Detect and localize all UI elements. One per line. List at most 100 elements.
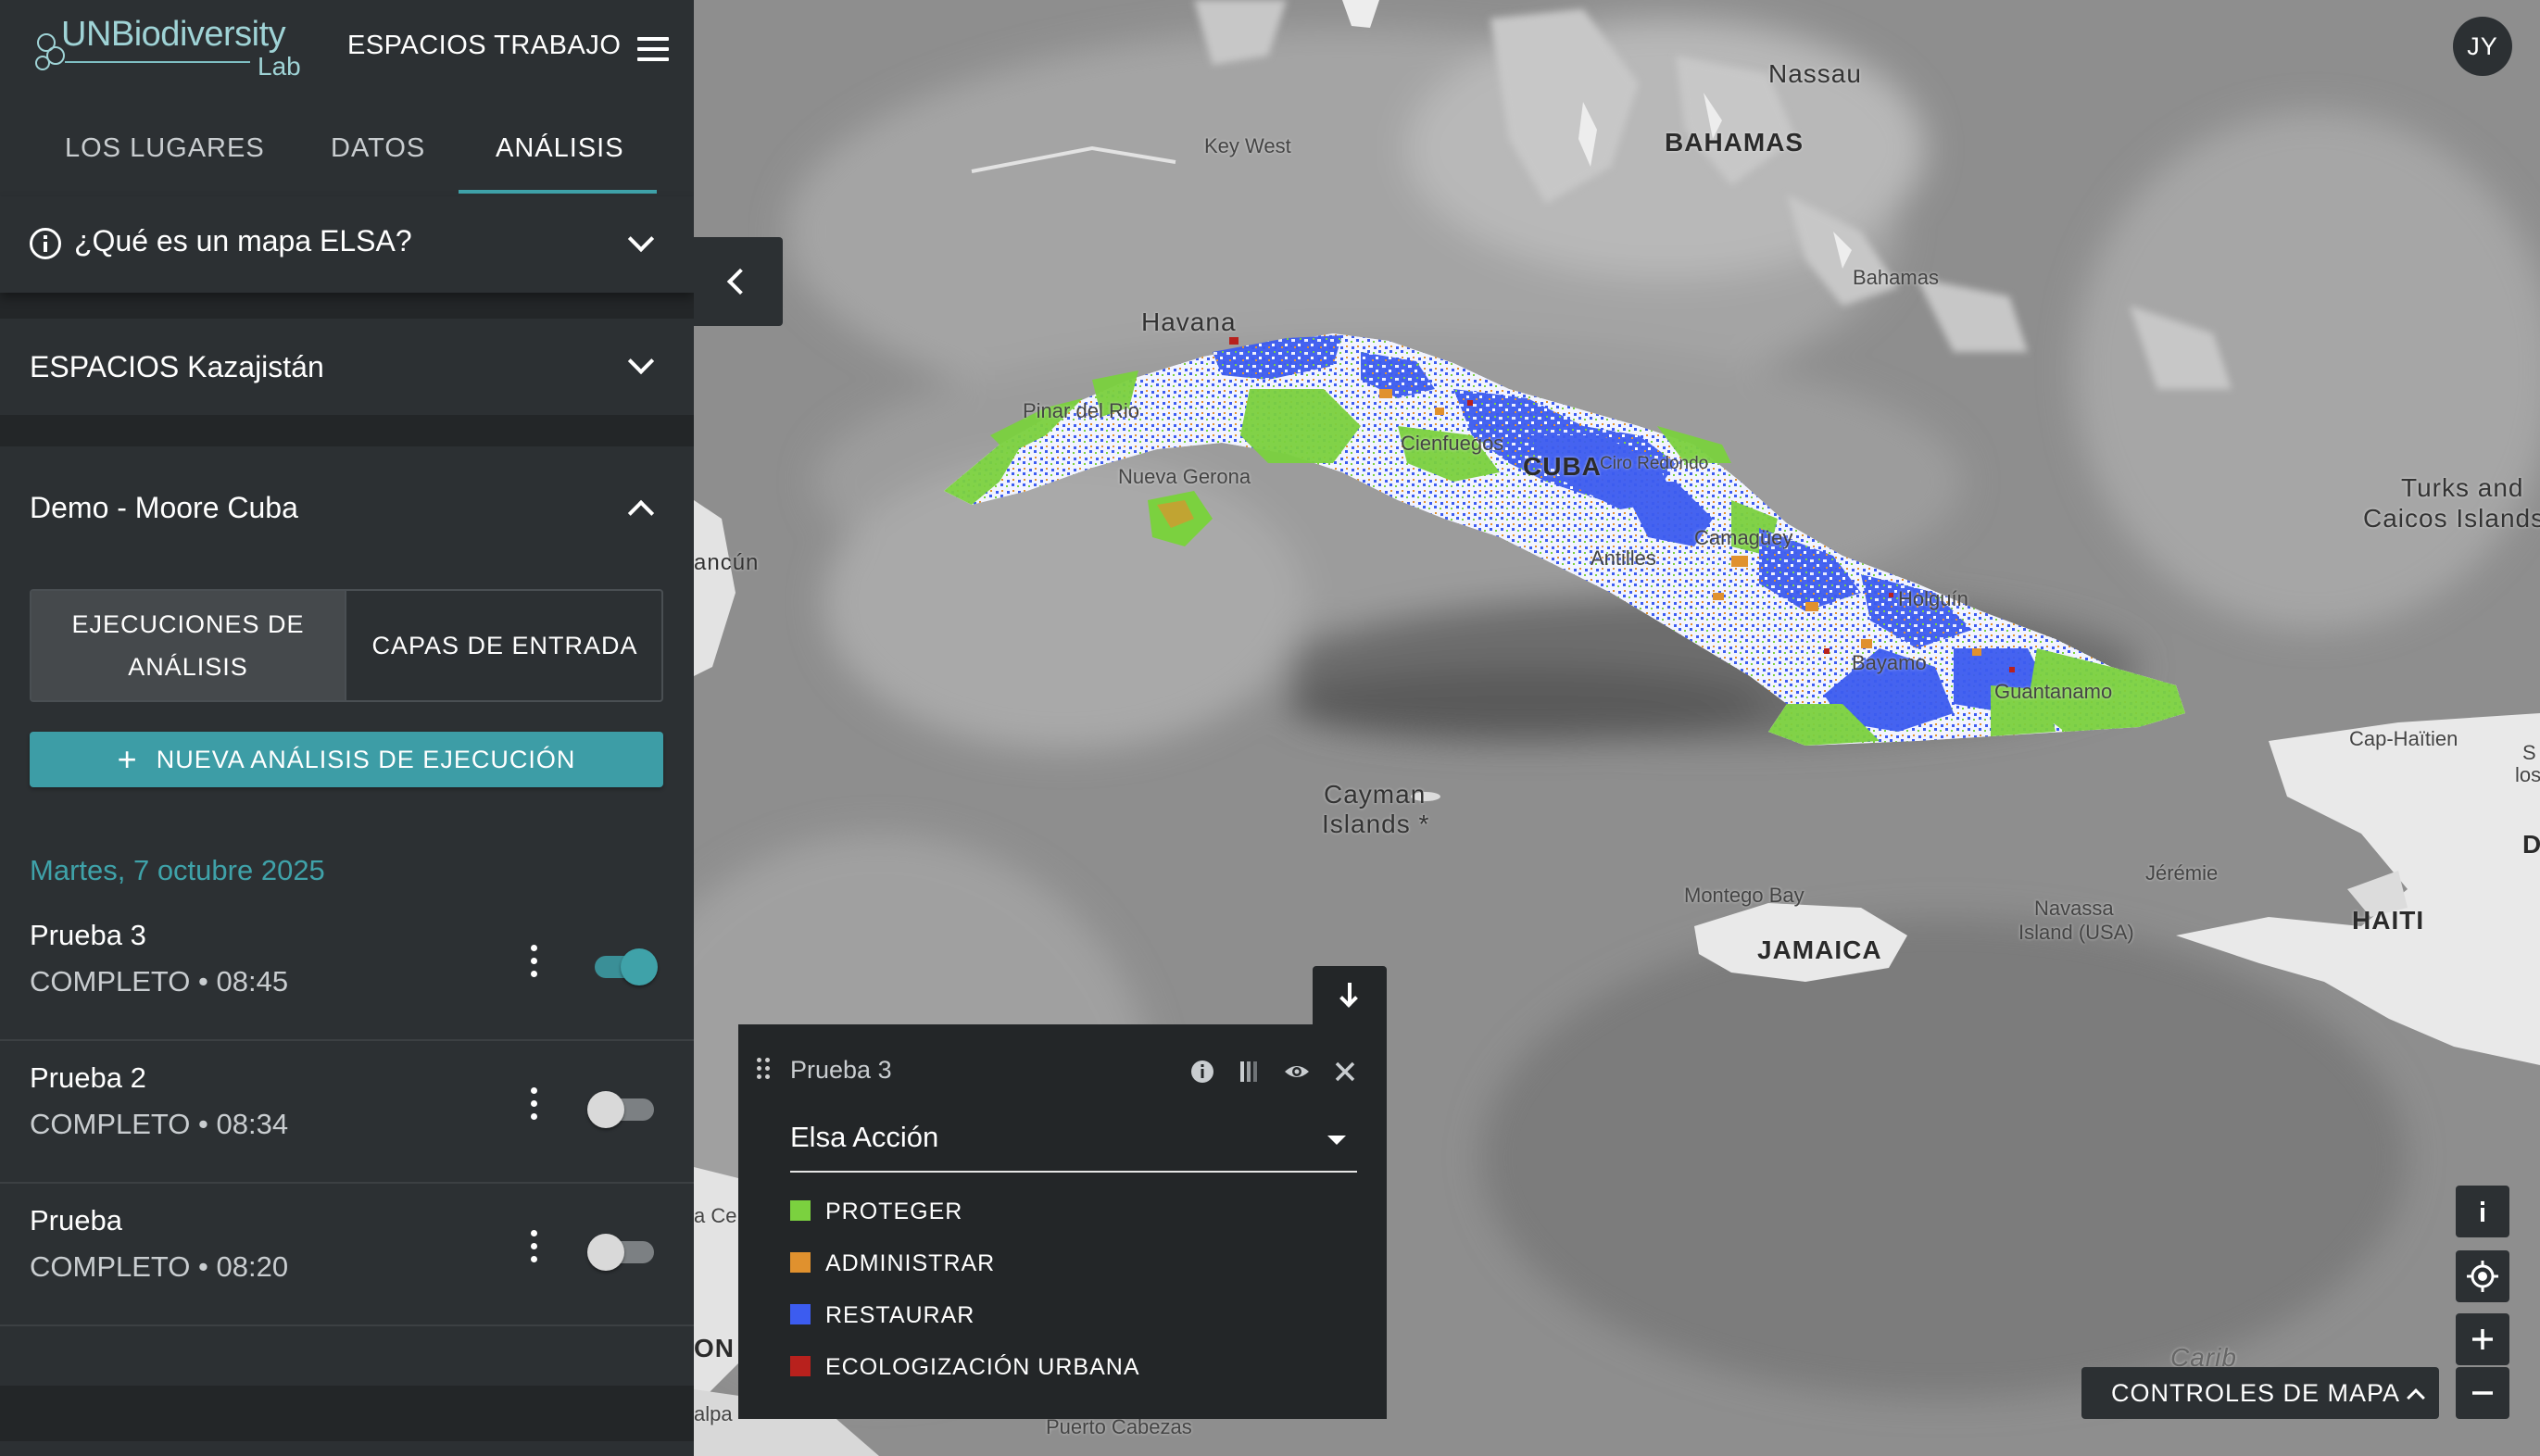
more-options-icon[interactable] <box>528 1086 539 1123</box>
map-label: Bayamo <box>1852 651 1927 674</box>
map-label: Key West <box>1204 134 1291 157</box>
chevron-left-icon <box>726 268 754 295</box>
logo-underline <box>65 61 250 63</box>
chevron-down-icon <box>627 225 655 253</box>
map-label: Cienfuegos <box>1401 432 1504 455</box>
run-item[interactable]: Prueba 2 COMPLETO • 08:34 <box>0 1043 694 1184</box>
map-label: Pinar del Rio <box>1023 399 1139 422</box>
legend-label: RESTAURAR <box>825 1302 975 1328</box>
logo[interactable]: UNBiodiversity Lab <box>28 13 315 87</box>
main-tabs: LOS LUGARES DATOS ANÁLISIS <box>0 96 694 196</box>
layer-select[interactable]: Elsa Acción <box>790 1113 1357 1173</box>
map-label: HAITI <box>2352 906 2425 935</box>
map-label: ON <box>694 1334 735 1362</box>
map-label: alpa <box>694 1402 733 1425</box>
tab-analysis[interactable]: ANÁLISIS <box>496 133 624 164</box>
map-label: Havana <box>1141 308 1237 336</box>
map-label: ancún <box>694 550 760 575</box>
map-label: Cayman <box>1324 780 1427 809</box>
map-label: Holguín <box>1898 587 1968 610</box>
crosshair-icon <box>2467 1261 2498 1292</box>
legend-title: Prueba 3 <box>790 1056 892 1084</box>
plus-icon: + <box>117 740 138 778</box>
info-icon <box>30 228 61 259</box>
more-options-icon[interactable] <box>528 1228 539 1265</box>
run-status: COMPLETO • 08:45 <box>30 965 289 998</box>
new-analysis-run-label: NUEVA ANÁLISIS DE EJECUCIÓN <box>156 745 576 773</box>
elsa-info-label: ¿Qué es un mapa ELSA? <box>74 224 412 257</box>
plus-icon <box>2472 1329 2493 1349</box>
map-controls-button[interactable]: CONTROLES DE MAPA <box>2081 1367 2439 1419</box>
more-options-icon[interactable] <box>528 943 539 980</box>
map-label: Island (USA) <box>2018 921 2134 944</box>
map-label: Nassau <box>1768 59 1862 88</box>
logo-title: UNBiodiversity <box>61 15 286 54</box>
run-item[interactable]: Prueba COMPLETO • 08:20 <box>0 1186 694 1326</box>
layer-select-value: Elsa Acción <box>790 1121 939 1153</box>
zoom-in-button[interactable] <box>2456 1313 2509 1365</box>
sidebar: UNBiodiversity Lab ESPACIOS TRABAJO LOS … <box>0 0 694 1456</box>
map-label: CUBA <box>1523 452 1602 481</box>
hamburger-menu-icon[interactable] <box>637 37 669 61</box>
drag-handle-icon[interactable] <box>757 1058 772 1080</box>
analysis-runs-label: EJECUCIONES DE ANÁLISIS <box>71 610 305 681</box>
legend-swatch <box>790 1304 811 1324</box>
divider-band <box>0 1386 694 1441</box>
arrow-down-head <box>1339 989 1358 1008</box>
locate-button[interactable] <box>2456 1250 2509 1302</box>
info-icon[interactable] <box>1188 1058 1216 1086</box>
zoom-out-button[interactable] <box>2456 1367 2509 1419</box>
workspace-accordion-label: ESPACIOS Kazajistán <box>30 350 324 383</box>
run-item[interactable]: Prueba 3 COMPLETO • 08:45 <box>0 900 694 1041</box>
map-label: Ciro Redondo <box>1600 454 1709 473</box>
top-bar: UNBiodiversity Lab ESPACIOS TRABAJO <box>0 0 694 96</box>
date-heading: Martes, 7 octubre 2025 <box>30 854 325 886</box>
caret-down-icon <box>1327 1136 1346 1145</box>
map-label: Jérémie <box>2145 861 2219 885</box>
map-label: Islands * <box>1322 810 1430 838</box>
new-analysis-run-button[interactable]: + NUEVA ANÁLISIS DE EJECUCIÓN <box>30 732 663 787</box>
user-avatar[interactable]: JY <box>2453 17 2512 76</box>
map-label: Navassa <box>2034 897 2114 920</box>
input-layers-button[interactable]: CAPAS DE ENTRADA <box>348 591 661 700</box>
map-label: D <box>2522 830 2540 859</box>
run-visibility-toggle[interactable] <box>587 1232 658 1271</box>
collapse-sidebar-button[interactable] <box>694 237 783 326</box>
opacity-icon[interactable] <box>1236 1058 1264 1086</box>
elsa-info-accordion[interactable]: ¿Qué es un mapa ELSA? <box>0 196 694 293</box>
logo-subtitle: Lab <box>258 52 301 81</box>
map-controls-label: CONTROLES DE MAPA <box>2111 1378 2401 1407</box>
map-label: Bahamas <box>1853 266 1939 289</box>
close-icon[interactable] <box>1331 1058 1359 1086</box>
download-button[interactable] <box>1313 966 1387 1025</box>
project-accordion-label: Demo - Moore Cuba <box>30 491 298 524</box>
legend-label: ADMINISTRAR <box>825 1250 996 1276</box>
divider-band <box>0 415 694 446</box>
run-visibility-toggle[interactable] <box>587 947 658 985</box>
tab-places[interactable]: LOS LUGARES <box>65 133 265 164</box>
run-name: Prueba <box>30 1204 122 1236</box>
eye-icon[interactable] <box>1283 1058 1311 1086</box>
legend-swatch <box>790 1200 811 1221</box>
map-label: Caicos Islands <box>2363 504 2540 533</box>
view-toggle-group: EJECUCIONES DE ANÁLISIS CAPAS DE ENTRADA <box>30 589 663 702</box>
map-label: Nueva Gerona <box>1118 465 1251 488</box>
map-label: S <box>2522 741 2536 764</box>
run-visibility-toggle[interactable] <box>587 1089 658 1128</box>
legend-panel: Prueba 3 Elsa Acción PROTEGER ADMINISTRA… <box>738 1024 1387 1419</box>
run-status: COMPLETO • 08:34 <box>30 1108 289 1140</box>
map-label: los <box>2515 763 2540 786</box>
legend-label: PROTEGER <box>825 1199 963 1224</box>
map-label: BAHAMAS <box>1665 128 1804 157</box>
map-label: Camagüey <box>1694 526 1793 549</box>
active-tab-indicator <box>459 190 657 194</box>
workspace-accordion[interactable]: ESPACIOS Kazajistán <box>0 319 694 415</box>
analysis-runs-button[interactable]: EJECUCIONES DE ANÁLISIS <box>31 591 346 700</box>
legend-swatch <box>790 1356 811 1376</box>
project-accordion[interactable]: Demo - Moore Cuba <box>0 459 694 556</box>
info-icon <box>2481 1201 2484 1222</box>
map-info-button[interactable] <box>2456 1186 2509 1237</box>
chevron-up-icon <box>2407 1388 2425 1407</box>
workspace-menu-label[interactable]: ESPACIOS TRABAJO <box>347 31 621 61</box>
tab-data[interactable]: DATOS <box>331 133 425 164</box>
